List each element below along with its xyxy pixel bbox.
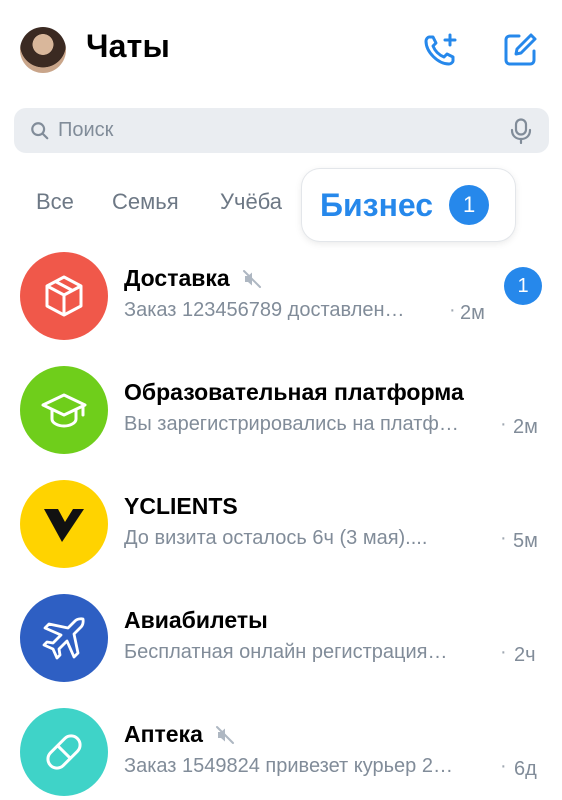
unread-badge: 1: [504, 267, 542, 305]
chat-avatar: [20, 708, 108, 796]
chat-avatar: [20, 366, 108, 454]
chat-last-message: Бесплатная онлайн регистрация…: [124, 641, 448, 663]
chat-last-message: Вы зарегистрировались на платф…: [124, 413, 459, 435]
compose-button[interactable]: [498, 28, 542, 72]
phone-plus-icon: [424, 33, 457, 66]
tab-business[interactable]: Бизнес 1: [302, 169, 515, 241]
header: Чаты: [0, 0, 562, 100]
chat-time: 2ч: [514, 644, 536, 666]
search-bar[interactable]: [14, 108, 549, 153]
chat-name: Образовательная платформа: [124, 379, 464, 405]
chat-time: 2м: [513, 416, 538, 438]
folder-tabs: Все Семья Учёба Бизнес 1: [0, 163, 562, 243]
airplane-icon: [42, 617, 85, 660]
chat-item-flights[interactable]: Авиабилеты Бесплатная онлайн регистрация…: [0, 590, 562, 704]
tab-family[interactable]: Семья: [112, 189, 179, 215]
package-icon: [45, 275, 83, 317]
chat-item-pharmacy[interactable]: Аптека Заказ 1549824 привезет курьер 2… …: [0, 704, 562, 800]
tab-study[interactable]: Учёба: [220, 189, 282, 215]
pill-icon: [46, 734, 82, 770]
graduation-cap-icon: [41, 393, 87, 428]
separator-dot: ·: [449, 299, 456, 321]
search-icon: [30, 120, 52, 142]
page-title: Чаты: [86, 28, 171, 64]
chat-item-yclients[interactable]: YCLIENTS До визита осталось 6ч (3 мая)..…: [0, 476, 562, 590]
chat-time: 6д: [514, 758, 537, 780]
muted-icon: [215, 725, 235, 745]
yclients-logo-icon: [44, 509, 84, 542]
tab-business-label: Бизнес: [320, 186, 434, 223]
separator-dot: ·: [500, 413, 507, 435]
chat-name: YCLIENTS: [124, 493, 238, 519]
separator-dot: ·: [500, 755, 507, 777]
chat-name: Авиабилеты: [124, 607, 268, 633]
compose-icon: [504, 33, 537, 66]
microphone-icon[interactable]: [509, 118, 533, 145]
new-call-button[interactable]: [418, 28, 462, 72]
chat-name: Доставка: [124, 265, 262, 292]
tab-business-count-badge: 1: [449, 185, 490, 225]
chat-last-message: Заказ 1549824 привезет курьер 2…: [124, 755, 453, 777]
chat-avatar: [20, 594, 108, 682]
chat-time: 5м: [513, 530, 538, 552]
chat-item-education[interactable]: Образовательная платформа Вы зарегистрир…: [0, 362, 562, 476]
user-avatar[interactable]: [20, 27, 66, 73]
chat-last-message: До визита осталось 6ч (3 мая)....: [124, 527, 428, 549]
chat-item-delivery[interactable]: Доставка Заказ 123456789 доставлен… · 2м…: [0, 248, 562, 362]
chat-last-message: Заказ 123456789 доставлен…: [124, 299, 405, 321]
separator-dot: ·: [500, 527, 507, 549]
chat-avatar: [20, 480, 108, 568]
chat-avatar: [20, 252, 108, 340]
tab-all[interactable]: Все: [36, 189, 74, 215]
separator-dot: ·: [500, 641, 507, 663]
chat-time: 2м: [460, 302, 485, 324]
chat-name: Аптека: [124, 721, 235, 748]
muted-icon: [242, 269, 262, 289]
search-input[interactable]: [58, 119, 478, 142]
